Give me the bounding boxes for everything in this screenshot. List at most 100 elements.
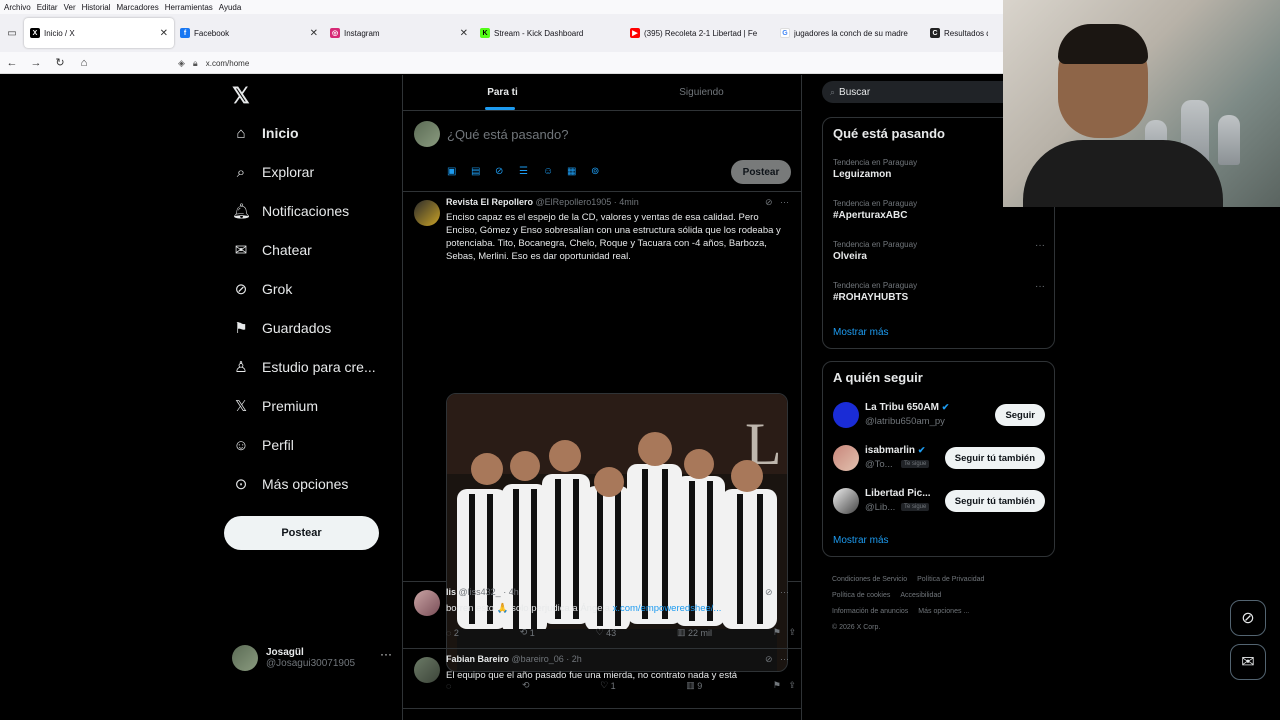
- tweet-author-handle[interactable]: @ElRepollero1905: [536, 197, 612, 207]
- show-more-link[interactable]: Mostrar más: [833, 327, 889, 338]
- reload-icon[interactable]: ↻: [48, 56, 72, 69]
- tab-list-icon[interactable]: ▭: [0, 14, 24, 52]
- more-icon[interactable]: ···: [380, 647, 392, 661]
- footer-link[interactable]: Información de anuncios: [832, 608, 908, 615]
- menu-archivo[interactable]: Archivo: [4, 3, 31, 12]
- like-button[interactable]: ♡ 43: [596, 627, 617, 638]
- menu-marcadores[interactable]: Marcadores: [117, 3, 159, 12]
- menu-herramientas[interactable]: Herramientas: [165, 3, 213, 12]
- tweet[interactable]: Fabian Bareiro @bareiro_06 · 2h ⊘ ··· El…: [403, 649, 801, 709]
- repost-button[interactable]: ⟲ 1: [520, 627, 535, 638]
- bookmark-icon[interactable]: ⚑ ⇪: [773, 627, 796, 638]
- grok-icon[interactable]: ⊘: [765, 197, 773, 207]
- more-icon[interactable]: ···: [780, 587, 789, 597]
- account-switcher[interactable]: Josagül @Josagui30071905 ···: [232, 643, 392, 673]
- tweet[interactable]: Revista El Repollero @ElRepollero1905 · …: [403, 192, 801, 691]
- footer-link[interactable]: Política de cookies: [832, 592, 890, 599]
- menu-ver[interactable]: Ver: [64, 3, 76, 12]
- messages-icon[interactable]: ✉: [1230, 644, 1266, 680]
- show-more-link[interactable]: Mostrar más: [833, 535, 889, 546]
- more-icon[interactable]: ···: [1035, 281, 1045, 292]
- footer-link[interactable]: Más opciones ...: [918, 608, 969, 615]
- emoji-icon[interactable]: ☺: [543, 166, 567, 177]
- compose-post-button[interactable]: Postear: [731, 160, 791, 184]
- browser-tab[interactable]: X Inicio / X ✕: [24, 18, 174, 48]
- browser-tab[interactable]: ◎ Instagram ✕: [324, 18, 474, 48]
- sidebar-item-estudio[interactable]: ♙ Estudio para cre...: [232, 353, 375, 381]
- tweet-author-name[interactable]: Fabian Bareiro: [446, 654, 509, 664]
- follow-suggestion[interactable]: isabmarlin ✔ @To... Te sigue Seguir tú t…: [833, 443, 1045, 473]
- browser-tab[interactable]: C Resultados de: [924, 18, 994, 48]
- avatar[interactable]: [414, 657, 440, 683]
- grok-icon[interactable]: ⊘: [765, 587, 773, 597]
- url-bar[interactable]: ◈ 🔒︎ x.com/home: [178, 54, 998, 72]
- close-tab-icon[interactable]: ✕: [460, 28, 468, 39]
- follow-suggestion[interactable]: La Tribu 650AM ✔ @latribu650am_py Seguir: [833, 400, 1045, 430]
- schedule-icon[interactable]: ▦: [567, 166, 591, 177]
- tab-para-ti[interactable]: Para ti: [403, 75, 602, 110]
- tweet-time[interactable]: · 2h: [566, 654, 582, 664]
- tweet-author-handle[interactable]: @bareiro_06: [512, 654, 564, 664]
- reply-button[interactable]: ◌ 2: [446, 627, 459, 638]
- sidebar-item-chatear[interactable]: ✉ Chatear: [232, 236, 312, 264]
- tab-siguiendo[interactable]: Siguiendo: [602, 75, 801, 110]
- avatar[interactable]: [414, 200, 440, 226]
- more-icon[interactable]: ···: [780, 197, 789, 207]
- close-tab-icon[interactable]: ✕: [160, 28, 168, 39]
- tweet-author-name[interactable]: Revista El Repollero: [446, 197, 533, 207]
- facebook-favicon-icon: f: [180, 28, 190, 38]
- tweet[interactable]: lis @liss432_ · 4h ⊘ ··· borren esto 🙏 s…: [403, 582, 801, 649]
- more-icon[interactable]: ···: [780, 654, 789, 664]
- forward-icon[interactable]: →: [24, 57, 48, 69]
- browser-tab[interactable]: G jugadores la conch de su madre: [774, 18, 924, 48]
- close-tab-icon[interactable]: ✕: [310, 28, 318, 39]
- follow-suggestion[interactable]: Libertad Pic... @Lib... Te sigue Seguir …: [833, 486, 1045, 516]
- lock-icon[interactable]: 🔒︎: [193, 58, 198, 69]
- menu-historial[interactable]: Historial: [82, 3, 111, 12]
- avatar[interactable]: [414, 590, 440, 616]
- url-text[interactable]: x.com/home: [206, 59, 250, 68]
- tweet-author-name[interactable]: lis: [446, 587, 456, 597]
- poll-icon[interactable]: ☰: [519, 166, 543, 177]
- more-icon[interactable]: ···: [1035, 240, 1045, 251]
- sidebar-item-grok[interactable]: ⊘ Grok: [232, 275, 293, 303]
- footer-link[interactable]: Accesibilidad: [900, 592, 941, 599]
- follow-back-button[interactable]: Seguir tú también: [944, 447, 1045, 469]
- shield-icon[interactable]: ◈: [178, 58, 185, 69]
- browser-tab[interactable]: ▶ (395) Recoleta 2-1 Libertad | Fe: [624, 18, 774, 48]
- sidebar-item-premium[interactable]: 𝕏 Premium: [232, 392, 318, 420]
- gif-icon[interactable]: ▤: [471, 166, 495, 177]
- compose-input[interactable]: ¿Qué está pasando?: [447, 127, 568, 142]
- home-icon[interactable]: ⌂: [72, 57, 96, 69]
- share-icon[interactable]: ⇪: [788, 627, 796, 638]
- tweet-time[interactable]: · 4min: [614, 197, 639, 207]
- browser-tab[interactable]: f Facebook ✕: [174, 18, 324, 48]
- follow-back-button[interactable]: Seguir tú también: [944, 490, 1045, 512]
- browser-tab[interactable]: K Stream - Kick Dashboard: [474, 18, 624, 48]
- image-icon[interactable]: ▣: [447, 166, 471, 177]
- tweet-author-handle[interactable]: @liss432_: [459, 587, 501, 597]
- grok-icon[interactable]: ⊘: [495, 166, 519, 177]
- tweet-time[interactable]: · 4h: [503, 587, 519, 597]
- menu-editar[interactable]: Editar: [37, 3, 58, 12]
- menu-ayuda[interactable]: Ayuda: [219, 3, 242, 12]
- footer-link[interactable]: Condiciones de Servicio: [832, 576, 907, 583]
- footer-link[interactable]: Política de Privacidad: [917, 576, 984, 583]
- grok-icon[interactable]: ⊘: [1230, 600, 1266, 636]
- follow-button[interactable]: Seguir: [995, 404, 1045, 426]
- sidebar-item-inicio[interactable]: ⌂ Inicio: [232, 119, 298, 147]
- sidebar-item-notificaciones[interactable]: 🔔︎ Notificaciones: [232, 197, 349, 225]
- trend-item[interactable]: Tendencia en Paraguay #ROHAYHUBTS ···: [833, 281, 1045, 303]
- sidebar-item-guardados[interactable]: ⚑ Guardados: [232, 314, 331, 342]
- post-button[interactable]: Postear: [224, 516, 379, 550]
- sidebar-item-explorar[interactable]: ⌕ Explorar: [232, 158, 314, 186]
- tweet-link[interactable]: x.com/empoweredshee/...: [613, 603, 722, 614]
- trend-item[interactable]: Tendencia en Paraguay Olveira ···: [833, 240, 1045, 262]
- views-button[interactable]: ▥ 22 mil: [677, 627, 712, 638]
- x-logo-icon[interactable]: 𝕏: [232, 83, 250, 109]
- location-icon[interactable]: ⊚: [591, 166, 615, 177]
- sidebar-item-mas-opciones[interactable]: ⊙ Más opciones: [232, 470, 349, 498]
- back-icon[interactable]: ←: [0, 57, 24, 69]
- grok-icon[interactable]: ⊘: [765, 654, 773, 664]
- sidebar-item-perfil[interactable]: ☺ Perfil: [232, 431, 294, 459]
